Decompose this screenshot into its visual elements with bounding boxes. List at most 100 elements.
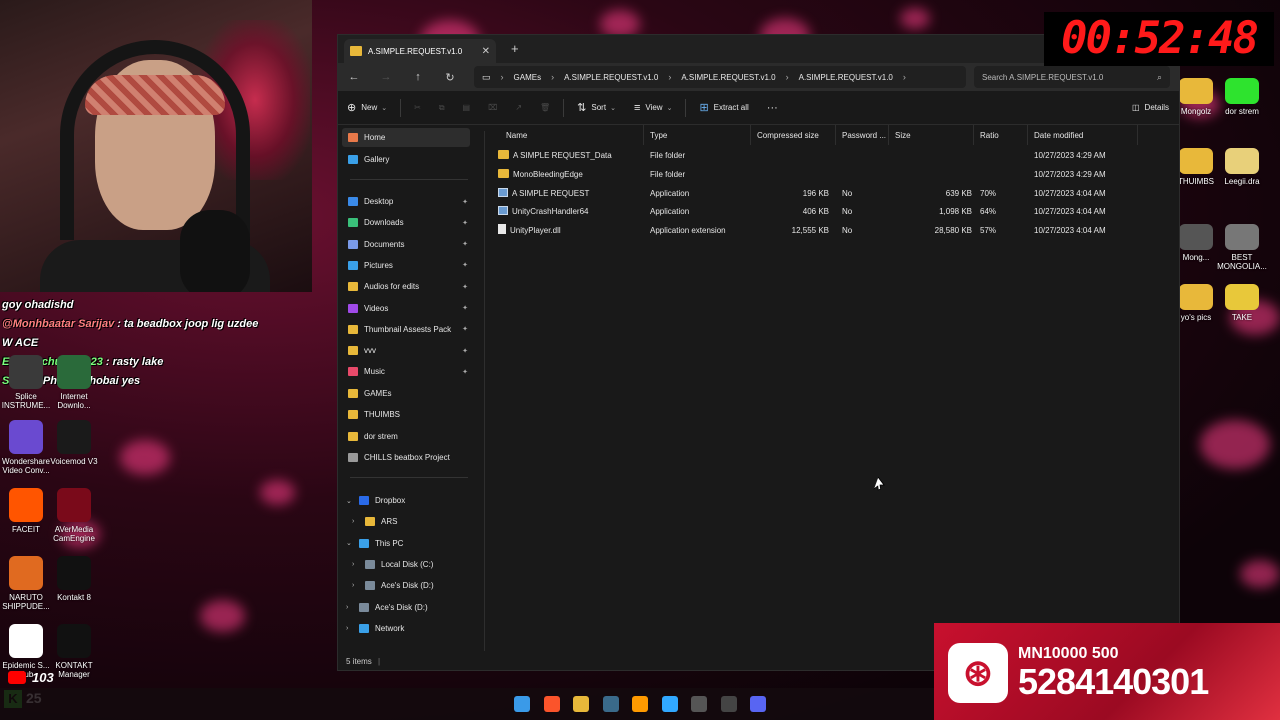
- nav-item[interactable]: Documents ✦: [342, 235, 470, 254]
- file-explorer-icon[interactable]: [573, 696, 589, 712]
- discord-icon[interactable]: [750, 696, 766, 712]
- nav-item[interactable]: Audios for edits ✦: [342, 277, 470, 296]
- column-header[interactable]: Compressed size: [751, 125, 836, 145]
- share-button[interactable]: ↗: [506, 91, 531, 124]
- chevron-down-icon[interactable]: ⌄: [346, 539, 356, 547]
- nav-item[interactable]: Downloads ✦: [342, 213, 470, 232]
- brave-icon[interactable]: [543, 696, 560, 712]
- refresh-button[interactable]: ↻: [434, 71, 466, 84]
- breadcrumb-3[interactable]: A.SIMPLE.REQUEST.v1.0: [799, 73, 893, 82]
- chevron-down-icon: ⌄: [666, 104, 673, 112]
- nav-item[interactable]: vvv ✦: [342, 341, 470, 360]
- rename-button[interactable]: ⌧: [479, 91, 506, 124]
- obs-icon[interactable]: [720, 696, 737, 712]
- details-button[interactable]: ◫ Details: [1132, 91, 1169, 124]
- file-row[interactable]: UnityPlayer.dll Application extension 12,5…: [494, 221, 1144, 240]
- nav-item[interactable]: THUIMBS: [342, 405, 470, 424]
- cut-button[interactable]: ✂: [405, 91, 430, 124]
- nav-item[interactable]: Pictures ✦: [342, 256, 470, 275]
- desktop-icon[interactable]: KONTAKT Manager: [46, 624, 102, 679]
- dll-file-icon: [498, 224, 506, 235]
- file-row[interactable]: UnityCrashHandler64 Application 406 KB No 1,…: [494, 202, 1144, 221]
- webcam-feed: [0, 0, 312, 292]
- davinci-icon[interactable]: [602, 696, 619, 712]
- explorer-tab[interactable]: A.SIMPLE.REQUEST.v1.0 ✕: [344, 39, 496, 63]
- nav-item[interactable]: ⌄ This PC: [342, 534, 470, 553]
- nav-item[interactable]: › Ace's Disk (D:): [348, 576, 476, 595]
- column-header[interactable]: Ratio: [974, 125, 1028, 145]
- nav-item[interactable]: Thumbnail Assests Pack ✦: [342, 320, 470, 339]
- new-button[interactable]: ⊕ New ⌄: [338, 91, 396, 124]
- nav-item[interactable]: › Network: [342, 619, 470, 638]
- app-icon: [9, 556, 43, 590]
- desktop-icon[interactable]: Leegii.dra: [1214, 148, 1270, 186]
- live-icon[interactable]: [691, 696, 707, 712]
- view-button[interactable]: ≡ View ⌄: [625, 91, 682, 124]
- close-tab-icon[interactable]: ✕: [482, 46, 490, 57]
- column-header[interactable]: Date modified: [1028, 125, 1138, 145]
- chevron-right-icon[interactable]: ›: [352, 518, 362, 525]
- file-row[interactable]: A SIMPLE REQUEST Application 196 KB No 639 K…: [494, 184, 1144, 203]
- extract-all-button[interactable]: ⊞ Extract all: [690, 91, 757, 124]
- new-tab-button[interactable]: +: [511, 41, 519, 56]
- more-options-button[interactable]: ···: [758, 91, 787, 124]
- nav-item[interactable]: Videos ✦: [342, 299, 470, 318]
- nav-item[interactable]: GAMEs: [342, 384, 470, 403]
- photoshop-icon[interactable]: [661, 696, 678, 712]
- file-row[interactable]: MonoBleedingEdge File folder 10/27/2023 4:…: [494, 165, 1144, 184]
- address-bar[interactable]: ▭ › GAMEs › A.SIMPLE.REQUEST.v1.0 › A.SI…: [474, 66, 966, 88]
- sort-button[interactable]: ⇅ Sort ⌄: [568, 91, 625, 124]
- desktop-icon[interactable]: dor strem: [1214, 78, 1270, 116]
- paste-button[interactable]: ▤: [454, 91, 480, 124]
- folder-icon: [1225, 284, 1259, 310]
- chevron-right-icon[interactable]: ›: [346, 625, 356, 632]
- nav-item[interactable]: › Ace's Disk (D:): [342, 598, 470, 617]
- chat-text: goy ohadishd: [2, 299, 74, 311]
- pane-divider[interactable]: [484, 131, 485, 651]
- file-row[interactable]: A SIMPLE REQUEST_Data File folder 10/27/20…: [494, 146, 1144, 165]
- illustrator-icon[interactable]: [632, 696, 648, 712]
- nav-item[interactable]: CHILLS beatbox Project: [342, 448, 470, 467]
- chevron-right-icon[interactable]: ›: [352, 582, 362, 589]
- nav-item[interactable]: dor strem: [342, 427, 470, 446]
- chevron-right-icon[interactable]: ›: [346, 604, 356, 611]
- nav-item-label: Home: [364, 133, 386, 142]
- nav-item[interactable]: ⌄ Dropbox: [342, 491, 470, 510]
- column-header[interactable]: Size: [889, 125, 974, 145]
- file-name: A SIMPLE REQUEST: [512, 188, 590, 198]
- desktop-icon[interactable]: Voicemod V3: [46, 420, 102, 466]
- windows-start-icon[interactable]: [514, 696, 530, 712]
- chevron-down-icon[interactable]: ⌄: [346, 497, 356, 505]
- nav-item[interactable]: › Local Disk (C:): [348, 555, 476, 574]
- column-header[interactable]: Name: [500, 125, 644, 145]
- column-header[interactable]: Type: [644, 125, 751, 145]
- back-button[interactable]: ←: [338, 71, 370, 83]
- chevron-right-icon[interactable]: ›: [352, 561, 362, 568]
- nav-item[interactable]: Music ✦: [342, 362, 470, 381]
- nav-item[interactable]: Desktop ✦: [342, 192, 470, 211]
- nav-item[interactable]: Gallery: [342, 150, 470, 169]
- youtube-viewers: 103: [8, 670, 54, 685]
- file-type: Application extension: [650, 226, 726, 236]
- column-header[interactable]: Password ...: [836, 125, 889, 145]
- forward-button[interactable]: →: [370, 71, 402, 83]
- copy-button[interactable]: ⧉: [430, 91, 454, 124]
- breadcrumb-0[interactable]: GAMEs: [514, 73, 542, 82]
- desktop-icon[interactable]: Kontakt 8: [46, 556, 102, 602]
- folder-icon: [350, 46, 362, 56]
- desktop-icon[interactable]: TAKE: [1214, 284, 1270, 322]
- nav-item[interactable]: Home: [342, 128, 470, 147]
- desktop-icon[interactable]: BEST MONGOLIA...: [1214, 224, 1270, 271]
- breadcrumb-2[interactable]: A.SIMPLE.REQUEST.v1.0: [681, 73, 775, 82]
- nav-item-label: Videos: [364, 303, 389, 313]
- nav-item-label: Pictures: [364, 260, 393, 270]
- delete-button[interactable]: 🗑: [531, 91, 559, 124]
- nav-item[interactable]: › ARS: [348, 512, 476, 531]
- desktop-icon[interactable]: AVerMedia CamEngine: [46, 488, 102, 543]
- search-box[interactable]: Search A.SIMPLE.REQUEST.v1.0 ⌕: [974, 66, 1170, 88]
- desktop-icon-label: Leegii.dra: [1224, 177, 1260, 186]
- desktop-icon[interactable]: Internet Downlo...: [46, 355, 102, 410]
- up-button[interactable]: ↑: [402, 71, 434, 83]
- breadcrumb-1[interactable]: A.SIMPLE.REQUEST.v1.0: [564, 73, 658, 82]
- file-date: 10/27/2023 4:29 AM: [1034, 169, 1106, 179]
